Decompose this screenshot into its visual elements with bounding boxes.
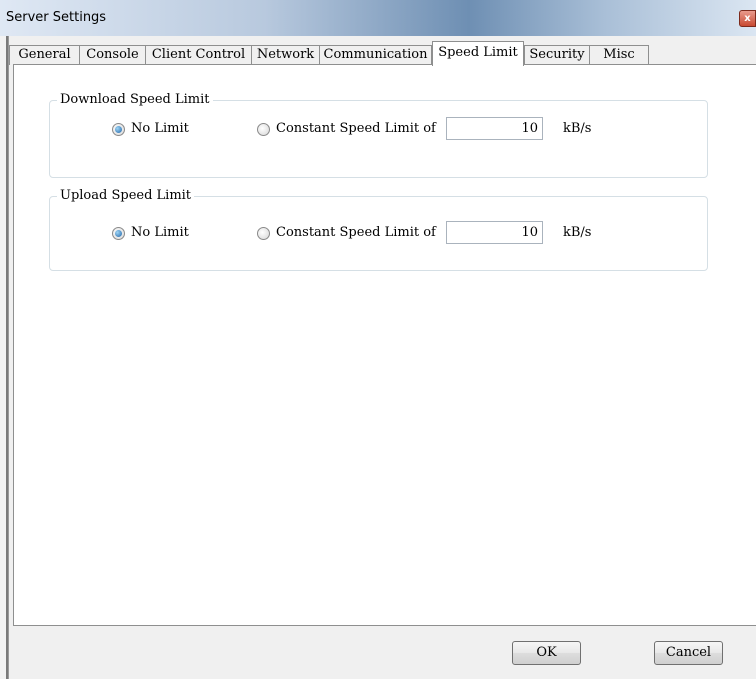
window-edge [0,0,8,679]
window-title: Server Settings [6,10,107,25]
tab-communication[interactable]: Communication [319,45,432,65]
settings-dialog: General Console Client Control Network C… [8,36,756,679]
download-no-limit-label: No Limit [131,121,189,136]
tab-general[interactable]: General [9,45,80,65]
upload-constant-radio[interactable] [257,227,270,240]
tab-misc[interactable]: Misc [589,45,649,65]
tab-security[interactable]: Security [524,45,590,65]
upload-unit-label: kB/s [563,225,592,240]
download-constant-label: Constant Speed Limit of [276,121,436,136]
download-group-title: Download Speed Limit [57,92,213,108]
download-speed-group: Download Speed Limit No Limit Constant S… [49,92,708,178]
upload-constant-label: Constant Speed Limit of [276,225,436,240]
tab-strip: General Console Client Control Network C… [9,41,756,66]
upload-no-limit-label: No Limit [131,225,189,240]
upload-speed-group: Upload Speed Limit No Limit Constant Spe… [49,188,708,271]
tab-console[interactable]: Console [79,45,146,65]
download-no-limit-radio[interactable] [112,123,125,136]
title-bar[interactable]: Server Settings x [0,0,756,36]
tab-speed-limit[interactable]: Speed Limit [432,41,524,66]
tab-network[interactable]: Network [251,45,320,65]
dialog-footer: OK Cancel [9,626,756,679]
tab-client-control[interactable]: Client Control [145,45,252,65]
upload-speed-input[interactable] [446,221,543,244]
close-icon[interactable]: x [739,10,756,27]
download-unit-label: kB/s [563,121,592,136]
download-speed-input[interactable] [446,117,543,140]
cancel-button[interactable]: Cancel [654,641,723,665]
upload-no-limit-radio[interactable] [112,227,125,240]
tab-panel-speed-limit: Download Speed Limit No Limit Constant S… [13,64,756,626]
upload-group-title: Upload Speed Limit [57,188,195,204]
ok-button[interactable]: OK [512,641,581,665]
download-constant-radio[interactable] [257,123,270,136]
